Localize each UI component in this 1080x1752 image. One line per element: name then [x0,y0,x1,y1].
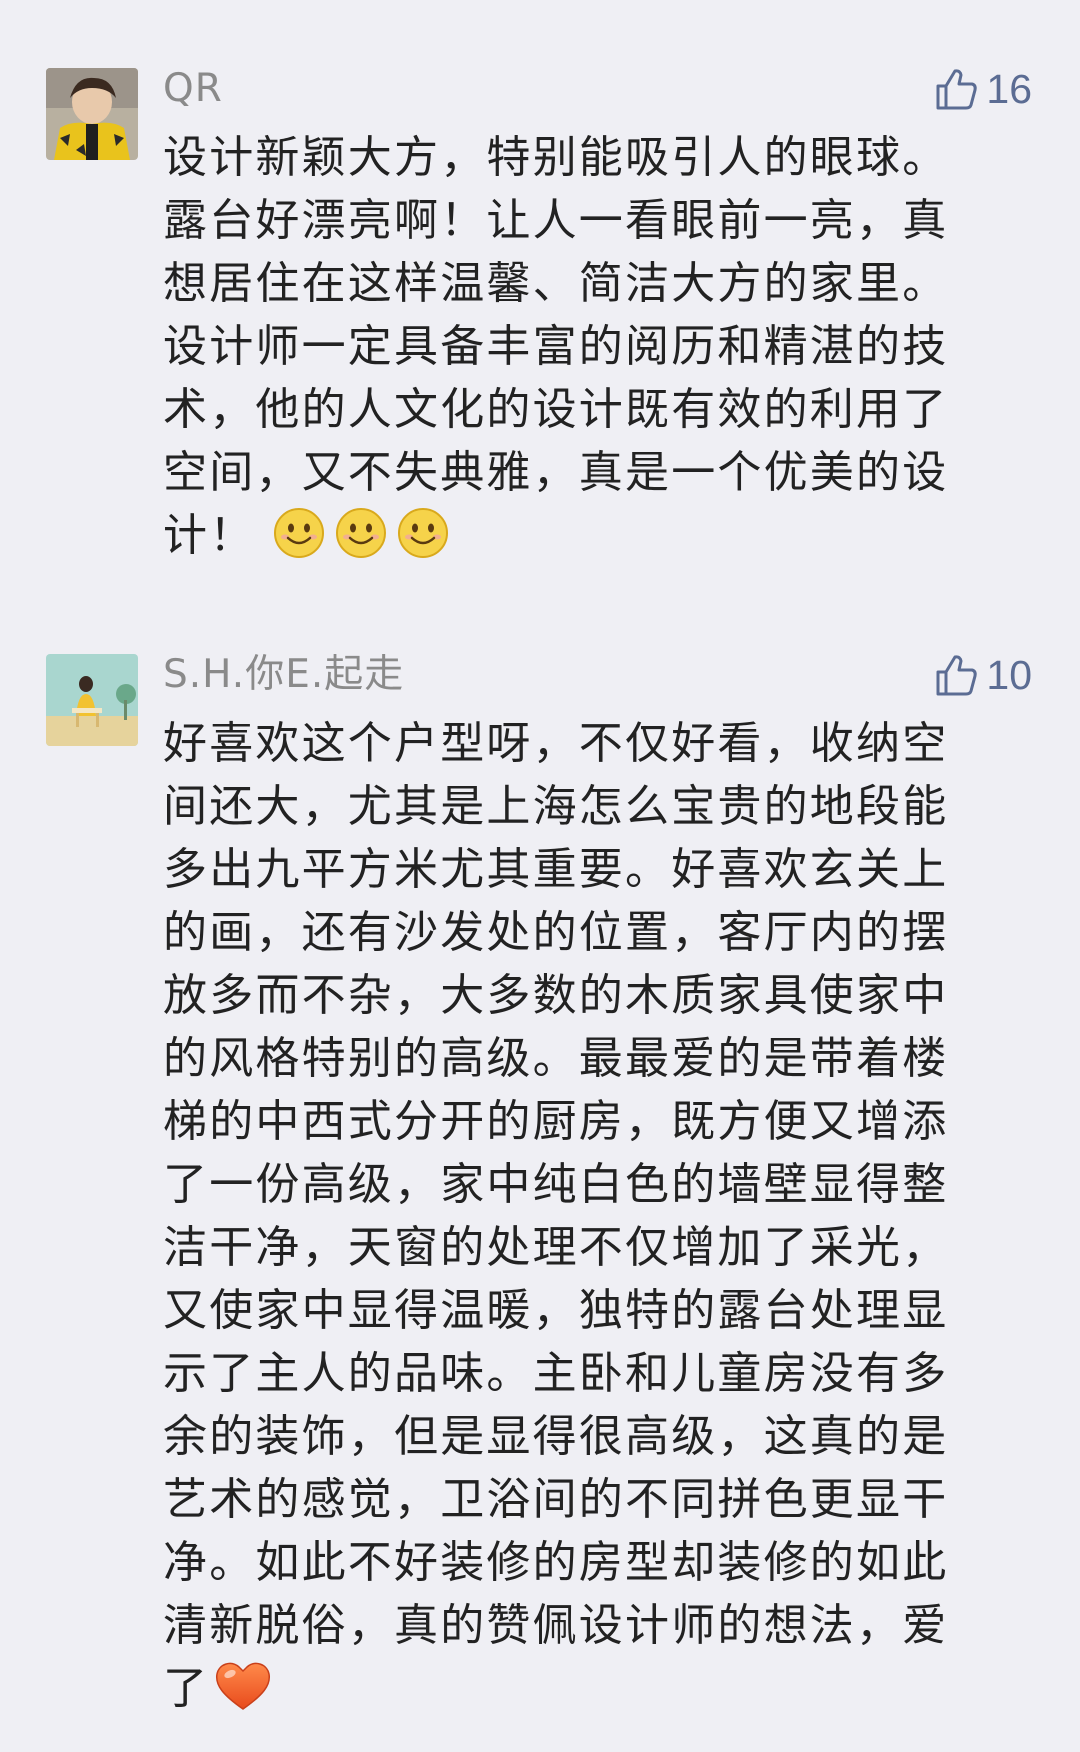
comment-text: 设计新颖大方，特别能吸引人的眼球。露台好漂亮啊！让人一看眼前一亮，真想居住在这样… [163,126,989,567]
smile-emoji-icon [274,508,325,558]
comment-text-content: 好喜欢这个户型呀，不仅好看，收纳空间还大，尤其是上海怎么宝贵的地段能多出九平方米… [163,718,949,1714]
username[interactable]: QR [163,66,223,112]
comment-text: 好喜欢这个户型呀，不仅好看，收纳空间还大，尤其是上海怎么宝贵的地段能多出九平方米… [163,712,989,1720]
avatar-boy-yellow-jacket-icon [46,68,138,160]
thumbs-up-icon [936,69,978,110]
like-count: 10 [986,652,1032,698]
avatar[interactable] [46,654,138,746]
smile-emoji-icon [398,508,449,558]
avatar[interactable] [46,68,138,160]
username[interactable]: S.H.你E.起走 [163,652,404,698]
like-count: 16 [986,66,1032,112]
like-button[interactable]: 16 [934,66,1032,112]
heart-emoji-icon [216,1662,271,1710]
thumbs-up-icon [936,655,978,696]
like-button[interactable]: 10 [934,652,1032,698]
comment-text-content: 设计新颖大方，特别能吸引人的眼球。露台好漂亮啊！让人一看眼前一亮，真想居住在这样… [163,132,949,561]
smile-emoji-icon [336,508,387,558]
avatar-girl-pastel-scene-icon [46,654,138,746]
